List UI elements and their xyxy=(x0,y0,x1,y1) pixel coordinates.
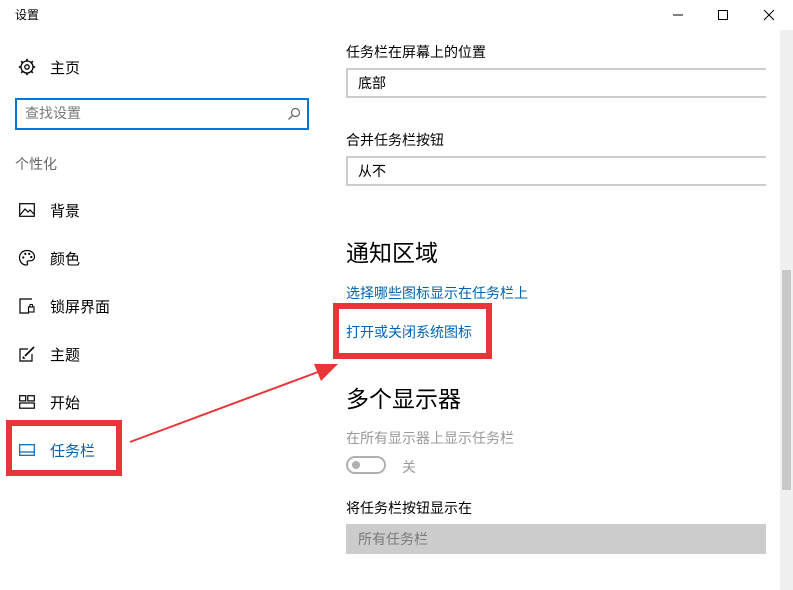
search-field[interactable] xyxy=(15,98,309,130)
sidebar-item-start[interactable]: 开始 xyxy=(0,382,320,422)
picture-icon xyxy=(17,200,37,220)
buttons-on-dropdown[interactable]: 所有任务栏 xyxy=(346,524,766,554)
sidebar-item-label: 开始 xyxy=(50,393,81,412)
sidebar-item-label: 主题 xyxy=(50,345,81,364)
multiple-displays-heading: 多个显示器 xyxy=(346,387,461,413)
dropdown-value: 底部 xyxy=(358,76,386,92)
notification-area-heading: 通知区域 xyxy=(346,241,438,267)
dropdown-value: 从不 xyxy=(358,164,386,180)
sidebar-item-label: 锁屏界面 xyxy=(50,297,111,316)
sidebar-item-label: 任务栏 xyxy=(50,441,96,460)
section-heading-personalization: 个性化 xyxy=(15,157,57,173)
sidebar: 主页 个性化 背景 颜色 锁屏界面 主题 开始 xyxy=(0,30,330,590)
window-title: 设置 xyxy=(15,8,40,22)
taskbar-position-label: 任务栏在屏幕上的位置 xyxy=(346,45,486,61)
start-icon xyxy=(17,392,37,412)
main-content: 任务栏在屏幕上的位置 底部 合并任务栏按钮 从不 通知区域 选择哪些图标显示在任… xyxy=(330,0,780,590)
toggle-state-label: 关 xyxy=(402,460,416,476)
system-icons-link[interactable]: 打开或关闭系统图标 xyxy=(346,322,472,342)
gear-icon xyxy=(17,57,37,77)
sidebar-item-label: 颜色 xyxy=(50,249,81,268)
search-input[interactable] xyxy=(17,100,275,128)
lock-screen-icon xyxy=(17,296,37,316)
show-on-all-displays-label: 在所有显示器上显示任务栏 xyxy=(346,431,514,447)
taskbar-position-dropdown[interactable]: 底部 xyxy=(346,68,766,98)
theme-icon xyxy=(17,344,37,364)
combine-buttons-dropdown[interactable]: 从不 xyxy=(346,156,766,186)
show-on-all-displays-toggle[interactable] xyxy=(346,456,386,474)
sidebar-item-taskbar[interactable]: 任务栏 xyxy=(0,430,320,470)
buttons-on-label: 将任务栏按钮显示在 xyxy=(346,501,472,517)
palette-icon xyxy=(17,248,37,268)
sidebar-item-label: 背景 xyxy=(50,201,81,220)
taskbar-icon xyxy=(17,440,37,460)
select-taskbar-icons-link[interactable]: 选择哪些图标显示在任务栏上 xyxy=(346,283,528,303)
toggle-knob xyxy=(352,461,360,469)
scrollbar-thumb[interactable] xyxy=(782,270,791,490)
sidebar-item-background[interactable]: 背景 xyxy=(0,190,320,230)
sidebar-item-colors[interactable]: 颜色 xyxy=(0,238,320,278)
sidebar-item-lock-screen[interactable]: 锁屏界面 xyxy=(0,286,320,326)
combine-buttons-label: 合并任务栏按钮 xyxy=(346,133,444,149)
search-icon[interactable] xyxy=(287,106,301,125)
dropdown-value: 所有任务栏 xyxy=(358,532,428,548)
sidebar-item-label: 主页 xyxy=(50,58,81,77)
sidebar-item-themes[interactable]: 主题 xyxy=(0,334,320,374)
sidebar-item-home[interactable]: 主页 xyxy=(0,47,320,87)
scrollbar[interactable] xyxy=(780,30,793,590)
